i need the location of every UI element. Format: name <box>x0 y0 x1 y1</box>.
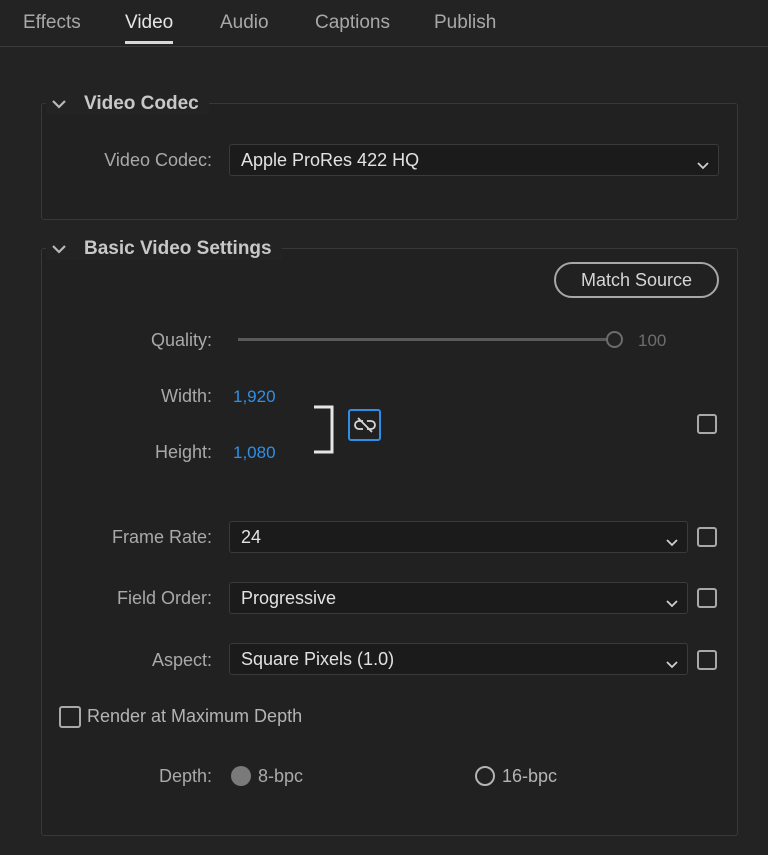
quality-value: 100 <box>638 331 667 350</box>
render-max-depth-checkbox[interactable] <box>59 706 81 728</box>
video-codec-value: Apple ProRes 422 HQ <box>241 149 420 170</box>
width-value[interactable]: 1,920 <box>233 387 276 407</box>
chevron-down-icon <box>46 239 72 259</box>
video-codec-label: Video Codec: <box>104 150 212 170</box>
width-label: Width: <box>160 386 212 406</box>
chevron-down-icon <box>666 653 678 674</box>
depth-label: Depth: <box>158 766 212 786</box>
depth-8bpc-radio[interactable] <box>231 766 251 786</box>
height-value[interactable]: 1,080 <box>233 443 276 463</box>
aspect-dropdown[interactable]: Square Pixels (1.0) <box>229 643 688 675</box>
chevron-down-icon <box>46 94 72 114</box>
field-order-value: Progressive <box>241 587 337 608</box>
basic-video-settings-title: Basic Video Settings <box>84 238 272 259</box>
tab-audio[interactable]: Audio <box>220 12 269 34</box>
basic-video-settings-header[interactable]: Basic Video Settings <box>46 238 282 260</box>
link-bracket-icon <box>314 405 334 454</box>
chevron-down-icon <box>697 154 709 175</box>
tab-captions[interactable]: Captions <box>315 12 390 34</box>
aspect-label: Aspect: <box>151 650 212 670</box>
aspect-match-source-checkbox[interactable] <box>697 650 717 670</box>
quality-slider-thumb[interactable] <box>606 331 623 348</box>
tab-video[interactable]: Video <box>125 12 174 44</box>
dimensions-match-source-checkbox[interactable] <box>697 414 717 434</box>
video-codec-dropdown[interactable]: Apple ProRes 422 HQ <box>229 144 719 176</box>
match-source-button[interactable]: Match Source <box>554 262 719 298</box>
render-max-depth-label: Render at Maximum Depth <box>87 706 303 726</box>
video-codec-section-header[interactable]: Video Codec <box>46 93 209 115</box>
aspect-value: Square Pixels (1.0) <box>241 648 395 669</box>
depth-16bpc-radio[interactable] <box>475 766 495 786</box>
chevron-down-icon <box>666 592 678 613</box>
field-order-dropdown[interactable]: Progressive <box>229 582 688 614</box>
frame-rate-match-source-checkbox[interactable] <box>697 527 717 547</box>
unlink-chain-icon <box>353 417 376 433</box>
unlink-aspect-button[interactable] <box>348 409 381 441</box>
quality-label: Quality: <box>150 330 212 350</box>
depth-8bpc-label: 8-bpc <box>258 766 304 786</box>
field-order-label: Field Order: <box>116 588 212 608</box>
depth-16bpc-label: 16-bpc <box>502 766 558 786</box>
frame-rate-value: 24 <box>241 526 262 547</box>
tab-publish[interactable]: Publish <box>434 12 496 34</box>
field-order-match-source-checkbox[interactable] <box>697 588 717 608</box>
height-label: Height: <box>154 442 212 462</box>
video-codec-section-title: Video Codec <box>84 93 199 114</box>
chevron-down-icon <box>666 531 678 552</box>
quality-slider-track[interactable] <box>238 338 608 341</box>
frame-rate-dropdown[interactable]: 24 <box>229 521 688 553</box>
frame-rate-label: Frame Rate: <box>111 527 212 547</box>
tab-effects[interactable]: Effects <box>23 12 81 34</box>
tab-bar: Effects Video Audio Captions Publish <box>0 0 768 47</box>
